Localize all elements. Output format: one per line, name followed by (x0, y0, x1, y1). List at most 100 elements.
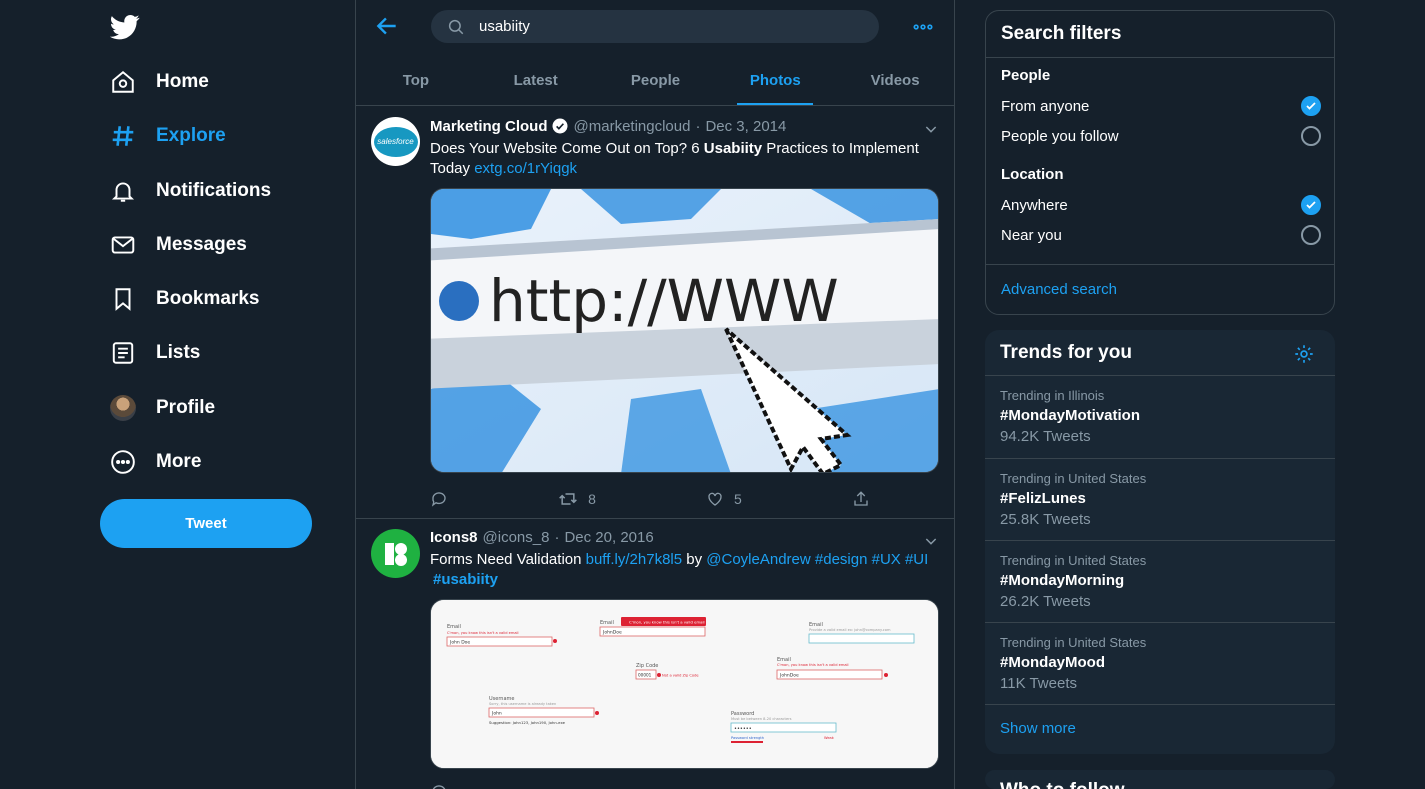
form-validation-image: Email C'mon, you know this isn't a valid… (431, 600, 938, 768)
show-more-link[interactable]: Show more (1000, 720, 1076, 737)
tweet-date[interactable]: Dec 20, 2016 (564, 529, 653, 546)
tweet-date[interactable]: Dec 3, 2014 (705, 118, 786, 135)
filter-from-anyone-label: From anyone (1001, 97, 1090, 115)
divider (985, 704, 1335, 705)
divider (986, 57, 1334, 58)
left-sidebar: Home Explore Notifications Messages Book… (0, 0, 356, 789)
filter-near-you[interactable]: Near you (1001, 225, 1321, 245)
trend-name: #MondayMotivation (1000, 407, 1141, 424)
main-column: Top Latest People Photos Videos salesfor… (356, 0, 955, 789)
trend-context: Trending in United States (1000, 553, 1147, 568)
tweet-handle[interactable]: @marketingcloud (574, 118, 691, 135)
nav-profile[interactable]: Profile (108, 388, 215, 428)
bell-icon (108, 176, 138, 206)
trend-item[interactable]: Trending in United States #MondayMood 11… (985, 622, 1335, 704)
tweet-link[interactable]: buff.ly/2h7k8l5 (586, 551, 682, 568)
tweet-text-highlight: Usabiity (703, 140, 763, 157)
tweet-text: Forms Need Validation buff.ly/2h7k8l5 by… (430, 550, 940, 589)
radio-checked-icon[interactable] (1301, 96, 1321, 116)
tweet[interactable]: salesforce Marketing Cloud @marketingclo… (356, 107, 954, 519)
nav-lists[interactable]: Lists (108, 333, 200, 373)
tweet-button[interactable]: Tweet (100, 499, 312, 548)
form-password-hint: Must be between 8-20 characters (731, 717, 792, 721)
envelope-icon (108, 230, 138, 260)
gear-icon[interactable] (1293, 343, 1315, 365)
twitter-app: Home Explore Notifications Messages Book… (0, 0, 1425, 789)
tweet-image[interactable]: http://WWW (430, 188, 939, 473)
trend-count: 25.8K Tweets (1000, 511, 1091, 528)
reply-button[interactable] (430, 783, 448, 789)
search-input[interactable] (479, 18, 859, 35)
trend-count: 11K Tweets (1000, 675, 1077, 692)
trend-item[interactable]: Trending in United States #FelizLunes 25… (985, 458, 1335, 540)
tweet-header: Marketing Cloud @marketingcloud · Dec 3,… (430, 117, 786, 135)
filter-people-you-follow[interactable]: People you follow (1001, 126, 1321, 146)
icons8-logo-icon (384, 542, 407, 566)
tweet[interactable]: Icons8 @icons_8 · Dec 20, 2016 Forms Nee… (356, 520, 954, 789)
radio-unchecked-icon[interactable] (1301, 126, 1321, 146)
nav-explore[interactable]: Explore (108, 116, 226, 156)
back-arrow-icon[interactable] (374, 13, 400, 39)
tweet-text-part: Does Your Website Come Out on Top? 6 (430, 140, 704, 157)
tweet-avatar[interactable]: salesforce (371, 117, 420, 166)
twitter-logo-icon[interactable] (110, 12, 140, 42)
tweet-link[interactable]: extg.co/1rYiqgk (474, 160, 577, 177)
tweet-text-part: by (682, 551, 707, 568)
tab-top[interactable]: Top (356, 56, 476, 105)
hashtag-icon (108, 121, 138, 151)
filter-people-heading: People (1001, 67, 1051, 84)
advanced-search-link[interactable]: Advanced search (1001, 281, 1117, 298)
tweet-handle[interactable]: @icons_8 (483, 529, 550, 546)
reply-button[interactable] (430, 489, 448, 509)
avatar (110, 395, 136, 421)
tweet-author-name[interactable]: Icons8 (430, 529, 478, 546)
retweet-button[interactable]: 8 (558, 489, 596, 509)
chevron-down-icon[interactable] (923, 121, 939, 137)
radio-unchecked-icon[interactable] (1301, 225, 1321, 245)
trend-item[interactable]: Trending in Illinois #MondayMotivation 9… (985, 375, 1335, 457)
form-password-strength-label: Password strength (731, 736, 764, 740)
tab-videos[interactable]: Videos (835, 56, 954, 105)
list-icon (108, 338, 138, 368)
form-zip-error: Not a valid Zip Code (662, 674, 699, 678)
who-to-follow-panel: Who to follow (985, 770, 1335, 789)
radio-checked-icon[interactable] (1301, 195, 1321, 215)
form-email-error: C'mon, you know this isn't a valid email (447, 631, 519, 635)
tab-photos[interactable]: Photos (715, 56, 835, 105)
tab-latest[interactable]: Latest (476, 56, 596, 105)
tweet-avatar[interactable] (371, 529, 420, 578)
nav-more[interactable]: More (108, 442, 201, 482)
search-box[interactable] (431, 10, 879, 43)
like-button[interactable]: 5 (706, 489, 742, 509)
trend-item[interactable]: Trending in United States #MondayMorning… (985, 540, 1335, 622)
search-header (356, 0, 954, 54)
more-options-icon[interactable] (912, 16, 934, 38)
tweet-image[interactable]: Email C'mon, you know this isn't a valid… (430, 599, 939, 769)
nav-lists-label: Lists (156, 342, 201, 363)
more-circle-icon (108, 447, 138, 477)
share-button[interactable] (852, 489, 870, 509)
tab-people[interactable]: People (596, 56, 716, 105)
tweet-hashtags[interactable]: #design #UX #UI (811, 551, 928, 568)
nav-bookmarks[interactable]: Bookmarks (108, 279, 260, 319)
filter-anywhere-label: Anywhere (1001, 196, 1068, 214)
filter-from-anyone[interactable]: From anyone (1001, 96, 1321, 116)
trend-count: 26.2K Tweets (1000, 593, 1091, 610)
trends-title: Trends for you (1000, 342, 1132, 363)
trend-name: #MondayMorning (1000, 572, 1125, 589)
nav-home[interactable]: Home (108, 62, 209, 102)
retweet-count: 8 (588, 491, 596, 507)
tweet-hashtag-usability[interactable]: #usabiity (433, 571, 498, 588)
tweet-mention[interactable]: @CoyleAndrew (706, 551, 810, 568)
tweet-author-name[interactable]: Marketing Cloud (430, 118, 548, 135)
form-zip-value: 00001 (638, 673, 652, 678)
form-email-label: Email (447, 624, 461, 630)
nav-messages[interactable]: Messages (108, 225, 247, 265)
chevron-down-icon[interactable] (923, 533, 939, 549)
image-url-text: http://WWW (489, 267, 839, 335)
trend-context: Trending in United States (1000, 471, 1147, 486)
trend-context: Trending in United States (1000, 635, 1147, 650)
nav-notifications[interactable]: Notifications (108, 171, 271, 211)
filter-anywhere[interactable]: Anywhere (1001, 195, 1321, 215)
bookmark-icon (108, 284, 138, 314)
